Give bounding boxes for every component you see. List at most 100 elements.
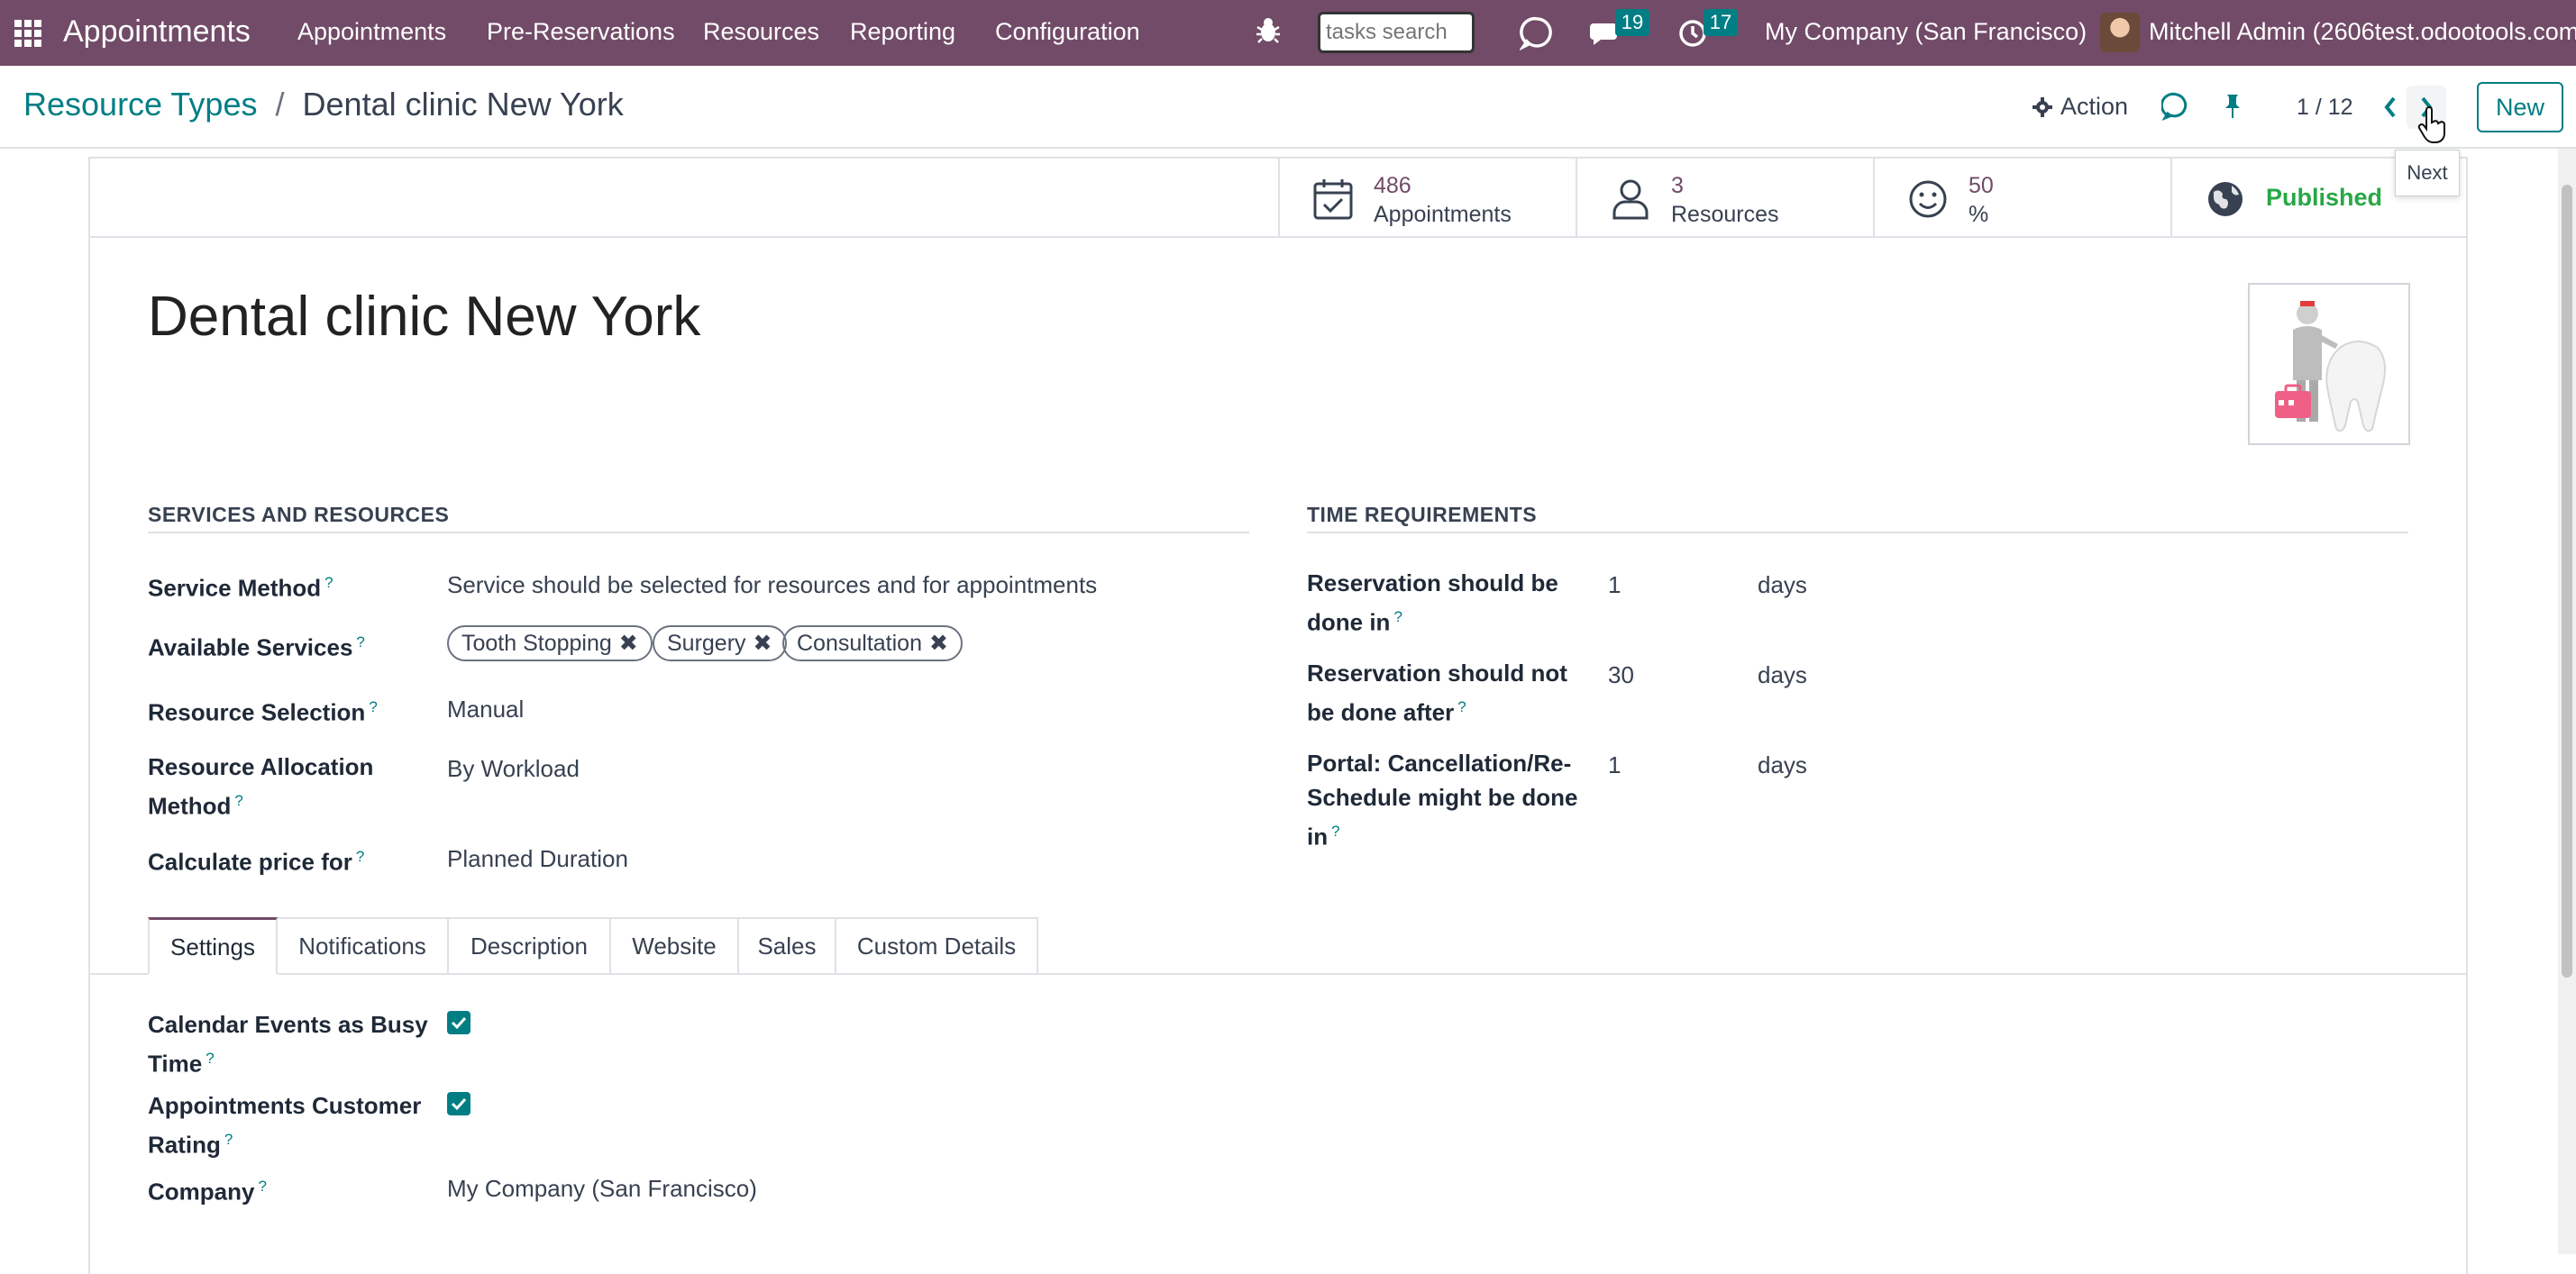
company-switcher[interactable]: My Company (San Francisco) (1765, 18, 2087, 46)
busy-time-label: Calendar Events as Busy Time? (148, 1011, 428, 1078)
user-avatar[interactable] (2100, 13, 2140, 52)
time-section-title: TIME REQUIREMENTS (1307, 503, 1538, 526)
appointments-label: Appointments (1374, 202, 1512, 227)
resources-count: 3 (1671, 173, 1684, 198)
customer-rating-label: Appointments Customer Rating? (148, 1092, 422, 1159)
gear-icon (2032, 96, 2052, 117)
tab-description[interactable]: Description (449, 917, 611, 975)
action-menu-button[interactable]: Action (2032, 93, 2128, 121)
menu-reporting[interactable]: Reporting (850, 18, 955, 46)
help-tooltip-icon[interactable]: ? (1393, 608, 1402, 625)
help-tooltip-icon[interactable]: ? (1457, 698, 1466, 715)
app-name[interactable]: Appointments (63, 14, 251, 50)
tab-custom-details[interactable]: Custom Details (836, 917, 1038, 975)
calculate-price-field[interactable]: Planned Duration (447, 842, 628, 876)
breadcrumb: Resource Types / Dental clinic New York (23, 86, 624, 123)
main-navbar: Appointments Appointments Pre-Reservatio… (0, 0, 2576, 66)
help-tooltip-icon[interactable]: ? (1331, 823, 1339, 840)
reservation-min-field[interactable]: 1 (1608, 568, 1621, 602)
resources-label: Resources (1671, 202, 1779, 227)
calculate-price-label: Calculate price for? (148, 848, 365, 876)
previous-record-chevron-icon[interactable] (2370, 86, 2410, 129)
reservation-min-label: Reservation should be done in? (1307, 569, 1558, 636)
smart-button-box: 486 Appointments 3 Resources 50 % Publis… (90, 159, 2466, 238)
scrollbar-thumb[interactable] (2562, 185, 2572, 978)
calendar-check-icon (1313, 179, 1353, 220)
services-section-title: SERVICES AND RESOURCES (148, 503, 450, 526)
smiley-icon (1909, 180, 1947, 218)
menu-configuration[interactable]: Configuration (995, 18, 1140, 46)
record-image[interactable] (2248, 283, 2410, 445)
tab-settings[interactable]: Settings (148, 917, 278, 975)
pin-icon[interactable] (2217, 91, 2248, 122)
portal-cancellation-label: Portal: Cancellation/Re- Schedule might … (1307, 750, 1578, 851)
service-method-field[interactable]: Service should be selected for resources… (447, 568, 1097, 602)
breadcrumb-parent-link[interactable]: Resource Types (23, 86, 257, 123)
form-sheet: 486 Appointments 3 Resources 50 % Publis… (88, 157, 2468, 1274)
appointments-stat-button[interactable]: 486 Appointments (1278, 159, 1576, 238)
tab-sales[interactable]: Sales (739, 917, 836, 975)
new-record-button[interactable]: New (2477, 82, 2563, 132)
help-tooltip-icon[interactable]: ? (206, 1050, 214, 1067)
resource-selection-field[interactable]: Manual (447, 692, 524, 726)
busy-time-checkbox[interactable] (447, 1011, 470, 1034)
resources-stat-button[interactable]: 3 Resources (1576, 159, 1873, 238)
breadcrumb-separator: / (275, 86, 285, 123)
customer-rating-checkbox[interactable] (447, 1092, 470, 1115)
globe-icon (2208, 182, 2243, 216)
reservation-max-field[interactable]: 30 (1608, 658, 1634, 692)
messages-count-badge: 19 (1615, 9, 1649, 36)
pager-value[interactable]: 1 / 12 (2297, 95, 2353, 121)
next-tooltip: Next (2395, 150, 2460, 196)
help-tooltip-icon[interactable]: ? (356, 848, 364, 865)
reservation-min-unit: days (1758, 571, 1807, 598)
action-label: Action (2060, 93, 2129, 120)
allocation-method-field[interactable]: By Workload (447, 751, 580, 786)
services-section-divider (148, 532, 1249, 533)
voip-phone-icon[interactable] (1520, 14, 1556, 50)
breadcrumb-current: Dental clinic New York (302, 86, 624, 123)
service-tag: Surgery ✖ (653, 625, 787, 661)
resource-selection-label: Resource Selection? (148, 698, 378, 726)
debug-bug-icon[interactable] (1255, 14, 1282, 47)
tasks-search-input[interactable] (1318, 12, 1475, 53)
remove-tag-icon[interactable]: ✖ (929, 631, 948, 656)
apps-menu-icon[interactable] (14, 20, 41, 47)
published-status: Published (2266, 184, 2383, 211)
help-tooltip-icon[interactable]: ? (234, 792, 242, 809)
service-method-label: Service Method? (148, 574, 333, 602)
remove-tag-icon[interactable]: ✖ (754, 631, 772, 656)
service-tag: Tooth Stopping ✖ (447, 625, 653, 661)
tab-website[interactable]: Website (611, 917, 739, 975)
help-tooltip-icon[interactable]: ? (369, 698, 377, 715)
remove-tag-icon[interactable]: ✖ (619, 631, 638, 656)
reservation-max-label: Reservation should not be done after? (1307, 660, 1567, 726)
record-title[interactable]: Dental clinic New York (148, 285, 700, 349)
menu-pre-reservations[interactable]: Pre-Reservations (487, 18, 675, 46)
help-tooltip-icon[interactable]: ? (224, 1131, 233, 1148)
menu-appointments[interactable]: Appointments (297, 18, 446, 46)
voip-call-icon[interactable] (2161, 91, 2192, 122)
user-icon (1612, 179, 1649, 220)
available-services-label: Available Services? (148, 633, 365, 661)
help-tooltip-icon[interactable]: ? (258, 1178, 266, 1195)
menu-resources[interactable]: Resources (703, 18, 819, 46)
rating-stat-button[interactable]: 50 % (1873, 159, 2170, 238)
time-section-divider (1307, 532, 2408, 533)
rating-value: 50 (1969, 173, 1994, 198)
page-scrollbar[interactable] (2558, 149, 2576, 1254)
control-panel: Resource Types / Dental clinic New York … (0, 66, 2576, 149)
help-tooltip-icon[interactable]: ? (324, 574, 333, 591)
dentist-tooth-illustration (2275, 301, 2386, 432)
service-tag: Consultation ✖ (782, 625, 963, 661)
allocation-method-label: Resource Allocation Method? (148, 753, 374, 820)
activities-count-badge: 17 (1704, 9, 1738, 36)
tab-notifications[interactable]: Notifications (278, 917, 449, 975)
user-menu[interactable]: Mitchell Admin (2606test.odootools.com) (2149, 18, 2576, 46)
portal-cancellation-unit: days (1758, 751, 1807, 778)
help-tooltip-icon[interactable]: ? (356, 633, 364, 651)
company-field[interactable]: My Company (San Francisco) (447, 1171, 757, 1206)
portal-cancellation-field[interactable]: 1 (1608, 748, 1621, 782)
reservation-max-unit: days (1758, 661, 1807, 688)
company-label: Company? (148, 1178, 267, 1206)
